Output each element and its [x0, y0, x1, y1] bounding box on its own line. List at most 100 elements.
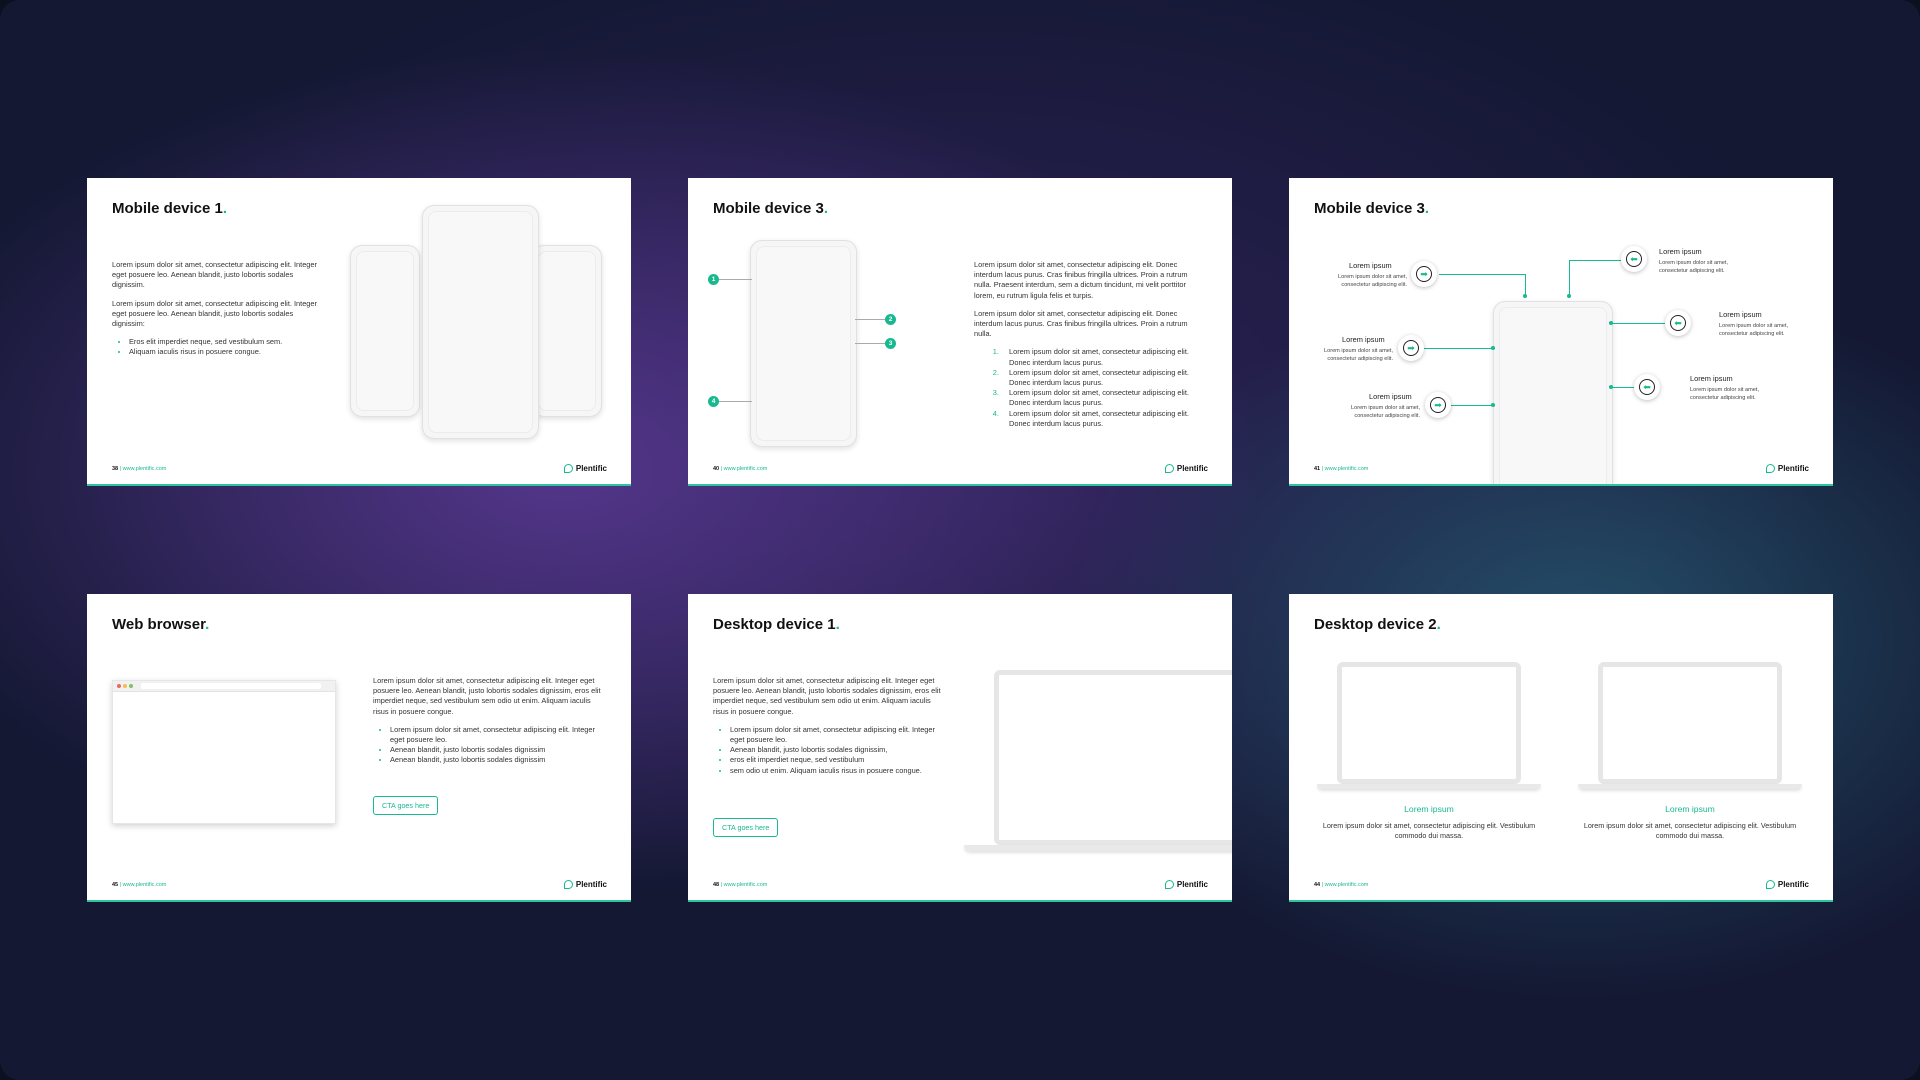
- slide-title: Mobile device 3.: [713, 200, 829, 217]
- list-item: Lorem ipsum dolor sit amet, consectetur …: [390, 725, 605, 745]
- arrow-left-icon: ⬅: [1639, 379, 1655, 395]
- paragraph: Lorem ipsum dolor sit amet, consectetur …: [112, 298, 317, 329]
- address-bar: [141, 683, 321, 689]
- marker-2: 2: [885, 314, 896, 325]
- paragraph: Lorem ipsum dolor sit amet, consectetur …: [713, 676, 941, 716]
- marker-3: 3: [885, 338, 896, 349]
- list-item: Aenean blandit, justo lobortis sodales d…: [390, 755, 605, 765]
- laptop-mockup-base: [1317, 784, 1541, 789]
- connector-dot: [1523, 294, 1527, 298]
- callout-desc: Lorem ipsum dolor sit amet, consectetur …: [1659, 260, 1729, 274]
- arrow-left-icon: ⬅: [1626, 251, 1642, 267]
- arrow-right-icon: ➡: [1403, 340, 1419, 356]
- callout-title: Lorem ipsum: [1719, 310, 1762, 319]
- browser-toolbar: [113, 681, 335, 692]
- connector-line: [1611, 323, 1665, 324]
- minimize-dot-icon: [123, 684, 127, 688]
- connector-line: [1439, 274, 1483, 275]
- list-item: Aliquam iaculis risus in posuere congue.: [129, 347, 322, 357]
- marker-4: 4: [708, 396, 719, 407]
- footer-url[interactable]: 44 | www.plentific.com: [1314, 882, 1368, 888]
- callout-icon: ⬅: [1634, 374, 1660, 400]
- slide-mobile-device-1[interactable]: Mobile device 1. Lorem ipsum dolor sit a…: [87, 178, 631, 486]
- bullet-list: Lorem ipsum dolor sit amet, consectetur …: [713, 725, 943, 776]
- arrow-left-icon: ⬅: [1670, 315, 1686, 331]
- item-desc: Lorem ipsum dolor sit amet, consectetur …: [1322, 821, 1536, 840]
- list-item: Lorem ipsum dolor sit amet, consectetur …: [1001, 388, 1196, 408]
- logo-icon: [1164, 464, 1174, 473]
- slide-desktop-device-1[interactable]: Desktop device 1. Lorem ipsum dolor sit …: [688, 594, 1232, 902]
- callout-title: Lorem ipsum: [1369, 392, 1412, 401]
- laptop-mockup-screen: [1337, 662, 1521, 784]
- paragraph: Lorem ipsum dolor sit amet, consectetur …: [373, 676, 601, 716]
- slide-title: Web browser.: [112, 616, 210, 633]
- footer-url[interactable]: 48 | www.plentific.com: [713, 882, 767, 888]
- slide-body: Lorem ipsum dolor sit amet, consectetur …: [974, 260, 1196, 429]
- connector-dot: [1491, 403, 1495, 407]
- slide-desktop-device-2[interactable]: Desktop device 2. Lorem ipsum Lorem ipsu…: [1289, 594, 1833, 902]
- connector-line: [1525, 274, 1526, 296]
- cta-button[interactable]: CTA goes here: [713, 818, 779, 837]
- numbered-list: Lorem ipsum dolor sit amet, consectetur …: [974, 347, 1196, 429]
- brand-logo: Plentific: [1765, 880, 1809, 889]
- slide-title: Mobile device 1.: [112, 200, 228, 217]
- logo-icon: [563, 464, 573, 473]
- item-desc: Lorem ipsum dolor sit amet, consectetur …: [1583, 821, 1797, 840]
- logo-icon: [1765, 464, 1775, 473]
- slide-title: Mobile device 3.: [1314, 200, 1430, 217]
- connector-line: [1483, 274, 1525, 275]
- phone-mockup-right: [532, 245, 602, 417]
- slide-web-browser[interactable]: Web browser. Lorem ipsum dolor sit amet,…: [87, 594, 631, 902]
- connector-dot: [1567, 294, 1571, 298]
- maximize-dot-icon: [129, 684, 133, 688]
- callout-icon: ⬅: [1665, 310, 1691, 336]
- footer-url[interactable]: 40 | www.plentific.com: [713, 466, 767, 472]
- connector-dot: [1491, 346, 1495, 350]
- list-item: Aenean blandit, justo lobortis sodales d…: [390, 745, 605, 755]
- slide-title: Desktop device 1.: [713, 616, 840, 633]
- callout-desc: Lorem ipsum dolor sit amet, consectetur …: [1690, 387, 1760, 401]
- slide-mobile-device-3-callouts[interactable]: Mobile device 3. ➡ Lorem ipsum Lorem ips…: [1289, 178, 1833, 486]
- brand-logo: Plentific: [1765, 464, 1809, 473]
- callout-icon: ➡: [1425, 392, 1451, 418]
- callout-desc: Lorem ipsum dolor sit amet, consectetur …: [1323, 348, 1393, 362]
- paragraph: Lorem ipsum dolor sit amet, consectetur …: [974, 308, 1188, 339]
- callout-title: Lorem ipsum: [1690, 374, 1733, 383]
- cta-button[interactable]: CTA goes here: [373, 796, 439, 815]
- slide-title: Desktop device 2.: [1314, 616, 1441, 633]
- list-item: eros elit imperdiet neque, sed vestibulu…: [730, 755, 943, 765]
- list-item: Lorem ipsum dolor sit amet, consectetur …: [1001, 368, 1196, 388]
- callout-title: Lorem ipsum: [1349, 261, 1392, 270]
- logo-icon: [1765, 880, 1775, 889]
- list-item: Lorem ipsum dolor sit amet, consectetur …: [1001, 409, 1196, 429]
- footer-url[interactable]: 41 | www.plentific.com: [1314, 466, 1368, 472]
- arrow-right-icon: ➡: [1430, 397, 1446, 413]
- slide-mobile-device-3-numbered[interactable]: Mobile device 3. 1 2 3 4 Lorem ipsum dol…: [688, 178, 1232, 486]
- slide-body: Lorem ipsum dolor sit amet, consectetur …: [112, 260, 322, 358]
- marker-line: [719, 279, 752, 280]
- callout-title: Lorem ipsum: [1659, 247, 1702, 256]
- connector-dot: [1609, 385, 1613, 389]
- callout-desc: Lorem ipsum dolor sit amet, consectetur …: [1337, 274, 1407, 288]
- connector-line: [1424, 348, 1493, 349]
- arrow-right-icon: ➡: [1416, 266, 1432, 282]
- connector-dot: [1609, 321, 1613, 325]
- item-label: Lorem ipsum: [1665, 804, 1715, 814]
- browser-mockup: [112, 680, 336, 824]
- marker-1: 1: [708, 274, 719, 285]
- footer-url[interactable]: 38 | www.plentific.com: [112, 466, 166, 472]
- close-dot-icon: [117, 684, 121, 688]
- laptop-mockup-screen: [994, 670, 1232, 845]
- connector-line: [1569, 260, 1621, 261]
- phone-mockup-center: [422, 205, 539, 439]
- callout-desc: Lorem ipsum dolor sit amet, consectetur …: [1350, 405, 1420, 419]
- connector-line: [1451, 405, 1493, 406]
- footer-url[interactable]: 45 | www.plentific.com: [112, 882, 166, 888]
- slide-body: Lorem ipsum dolor sit amet, consectetur …: [373, 676, 605, 766]
- laptop-mockup-screen: [1598, 662, 1782, 784]
- phone-mockup: [1493, 301, 1613, 484]
- callout-title: Lorem ipsum: [1342, 335, 1385, 344]
- brand-logo: Plentific: [563, 880, 607, 889]
- phone-mockup: [750, 240, 857, 447]
- brand-logo: Plentific: [1164, 880, 1208, 889]
